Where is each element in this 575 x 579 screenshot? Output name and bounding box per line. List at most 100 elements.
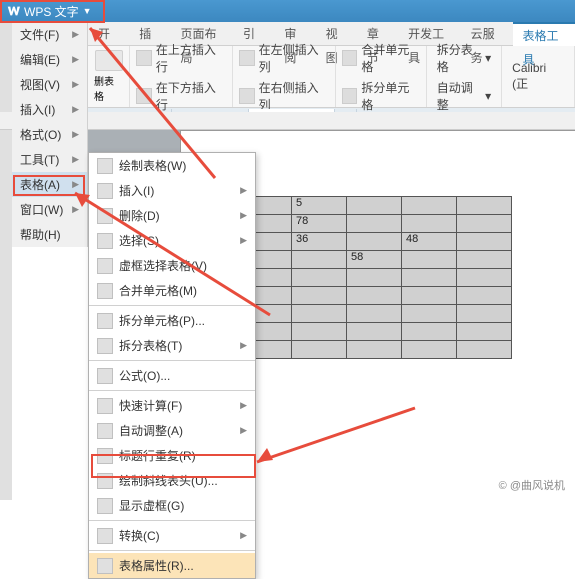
split-table-button[interactable]: 拆分表格▾ bbox=[433, 39, 495, 77]
submenu-item-13[interactable]: 自动调整(A)▶ bbox=[89, 418, 255, 443]
table-row[interactable] bbox=[237, 269, 512, 287]
table-cell[interactable] bbox=[347, 197, 402, 215]
table-cell[interactable] bbox=[292, 251, 347, 269]
submenu-item-5[interactable]: 合并单元格(M) bbox=[89, 278, 255, 303]
menu-item-6[interactable]: 表格(A)▶ bbox=[12, 172, 87, 197]
table-cell[interactable] bbox=[457, 323, 512, 341]
merge-icon bbox=[342, 50, 358, 66]
table-cell[interactable] bbox=[347, 323, 402, 341]
submenu-item-2[interactable]: 删除(D)▶ bbox=[89, 203, 255, 228]
chevron-right-icon: ▶ bbox=[240, 340, 247, 351]
title-dropdown-icon[interactable]: ▼ bbox=[83, 6, 92, 16]
submenu-item-10[interactable]: 公式(O)... bbox=[89, 363, 255, 388]
table-cell[interactable] bbox=[402, 341, 457, 359]
submenu-item-8[interactable]: 拆分表格(T)▶ bbox=[89, 333, 255, 358]
table-cell[interactable] bbox=[457, 233, 512, 251]
font-select[interactable]: Calibri (正 bbox=[508, 59, 568, 94]
table-cell[interactable] bbox=[347, 287, 402, 305]
submenu-item-18[interactable]: 转换(C)▶ bbox=[89, 523, 255, 548]
separator bbox=[89, 520, 255, 521]
table-cell[interactable] bbox=[457, 287, 512, 305]
table-cell[interactable] bbox=[457, 251, 512, 269]
table-row[interactable] bbox=[237, 341, 512, 359]
table-cell[interactable] bbox=[457, 341, 512, 359]
submenu-item-1[interactable]: 插入(I)▶ bbox=[89, 178, 255, 203]
table-row[interactable]: 78 bbox=[237, 215, 512, 233]
tab-table-tools[interactable]: 表格工具 bbox=[513, 22, 575, 46]
menu-item-4[interactable]: 格式(O)▶ bbox=[12, 122, 87, 147]
table-cell[interactable] bbox=[292, 305, 347, 323]
menu-item-1[interactable]: 编辑(E)▶ bbox=[12, 47, 87, 72]
table-cell[interactable] bbox=[457, 197, 512, 215]
table-cell[interactable] bbox=[402, 323, 457, 341]
table-cell[interactable] bbox=[292, 269, 347, 287]
table-cell[interactable]: 36 bbox=[292, 233, 347, 251]
chevron-down-icon: ▾ bbox=[485, 89, 491, 103]
table-cell[interactable] bbox=[402, 197, 457, 215]
table-row[interactable] bbox=[237, 323, 512, 341]
chevron-right-icon: ▶ bbox=[72, 154, 79, 165]
table-cell[interactable]: 48 bbox=[402, 233, 457, 251]
table-cell[interactable] bbox=[347, 305, 402, 323]
delete-table-icon[interactable] bbox=[95, 50, 123, 71]
data-table[interactable]: 157836 4858 bbox=[236, 196, 512, 359]
table-cell[interactable] bbox=[457, 305, 512, 323]
table-cell[interactable] bbox=[402, 305, 457, 323]
table-cell[interactable] bbox=[402, 269, 457, 287]
table-cell[interactable] bbox=[347, 215, 402, 233]
table-cell[interactable] bbox=[402, 251, 457, 269]
table-cell[interactable] bbox=[347, 341, 402, 359]
table-cell[interactable]: 58 bbox=[347, 251, 402, 269]
submenu-item-14[interactable]: 标题行重复(R) bbox=[89, 443, 255, 468]
submenu-icon bbox=[97, 338, 113, 354]
table-row[interactable]: 36 48 bbox=[237, 233, 512, 251]
submenu-item-20[interactable]: 表格属性(R)... bbox=[89, 553, 255, 578]
submenu-item-0[interactable]: 绘制表格(W) bbox=[89, 153, 255, 178]
table-cell[interactable] bbox=[292, 287, 347, 305]
split-cell-icon bbox=[342, 88, 358, 104]
insert-col-left-button[interactable]: 在左侧插入列 bbox=[239, 39, 329, 77]
table-cell[interactable] bbox=[457, 215, 512, 233]
table-cell[interactable]: 78 bbox=[292, 215, 347, 233]
table-row[interactable] bbox=[237, 305, 512, 323]
menu-item-3[interactable]: 插入(I)▶ bbox=[12, 97, 87, 122]
insert-row-above-button[interactable]: 在上方插入行 bbox=[136, 39, 226, 77]
chevron-right-icon: ▶ bbox=[240, 185, 247, 196]
table-cell[interactable]: 5 bbox=[292, 197, 347, 215]
submenu-icon bbox=[97, 528, 113, 544]
tab-start[interactable]: 开始 bbox=[88, 22, 129, 46]
submenu-item-15[interactable]: 绘制斜线表头(U)... bbox=[89, 468, 255, 493]
table-cell[interactable] bbox=[292, 323, 347, 341]
submenu-item-4[interactable]: 虚框选择表格(V) bbox=[89, 253, 255, 278]
menu-item-7[interactable]: 窗口(W)▶ bbox=[12, 197, 87, 222]
menu-item-8[interactable]: 帮助(H) bbox=[12, 222, 87, 247]
table-cell[interactable] bbox=[402, 215, 457, 233]
table-cell[interactable] bbox=[402, 287, 457, 305]
vertical-ruler bbox=[0, 22, 12, 500]
table-cell[interactable] bbox=[347, 233, 402, 251]
table-cell[interactable] bbox=[292, 341, 347, 359]
table-row[interactable] bbox=[237, 287, 512, 305]
merge-cells-button[interactable]: 合并单元格 bbox=[342, 39, 420, 77]
submenu-icon bbox=[97, 313, 113, 329]
submenu-icon bbox=[97, 233, 113, 249]
submenu-item-7[interactable]: 拆分单元格(P)... bbox=[89, 308, 255, 333]
table-cell[interactable] bbox=[347, 269, 402, 287]
insert-left-icon bbox=[239, 50, 255, 66]
ribbon-group-merge: 合并单元格 拆分单元格 bbox=[336, 46, 427, 107]
menu-item-0[interactable]: 文件(F)▶ bbox=[12, 22, 87, 47]
submenu-item-3[interactable]: 选择(S)▶ bbox=[89, 228, 255, 253]
menu-item-5[interactable]: 工具(T)▶ bbox=[12, 147, 87, 172]
menu-item-2[interactable]: 视图(V)▶ bbox=[12, 72, 87, 97]
chevron-right-icon: ▶ bbox=[240, 210, 247, 221]
chevron-right-icon: ▶ bbox=[72, 204, 79, 215]
chevron-right-icon: ▶ bbox=[240, 400, 247, 411]
table-cell[interactable] bbox=[457, 269, 512, 287]
submenu-item-16[interactable]: 显示虚框(G) bbox=[89, 493, 255, 518]
submenu-item-12[interactable]: 快速计算(F)▶ bbox=[89, 393, 255, 418]
table-row[interactable]: 15 bbox=[237, 197, 512, 215]
ribbon-group-insert-col: 在左侧插入列 在右侧插入列 bbox=[233, 46, 336, 107]
auto-adjust-button[interactable]: 自动调整▾ bbox=[433, 77, 495, 115]
table-row[interactable]: 58 bbox=[237, 251, 512, 269]
chevron-right-icon: ▶ bbox=[72, 54, 79, 65]
